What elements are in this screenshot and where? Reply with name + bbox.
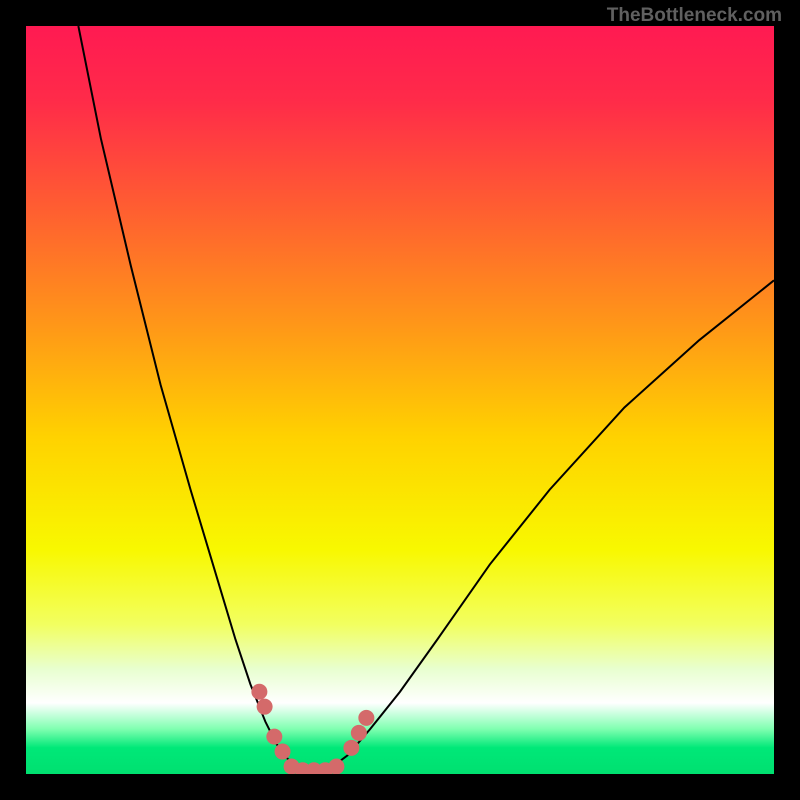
chart-plot-area	[26, 26, 774, 774]
marker-dot	[275, 744, 291, 760]
marker-dot	[351, 725, 367, 741]
marker-dot	[251, 684, 267, 700]
marker-dot	[358, 710, 374, 726]
marker-dot	[343, 740, 359, 756]
marker-dot	[266, 729, 282, 745]
chart-svg	[26, 26, 774, 774]
watermark-text: TheBottleneck.com	[607, 5, 782, 27]
marker-dot	[328, 759, 344, 774]
chart-background	[26, 26, 774, 774]
marker-dot	[257, 699, 273, 715]
